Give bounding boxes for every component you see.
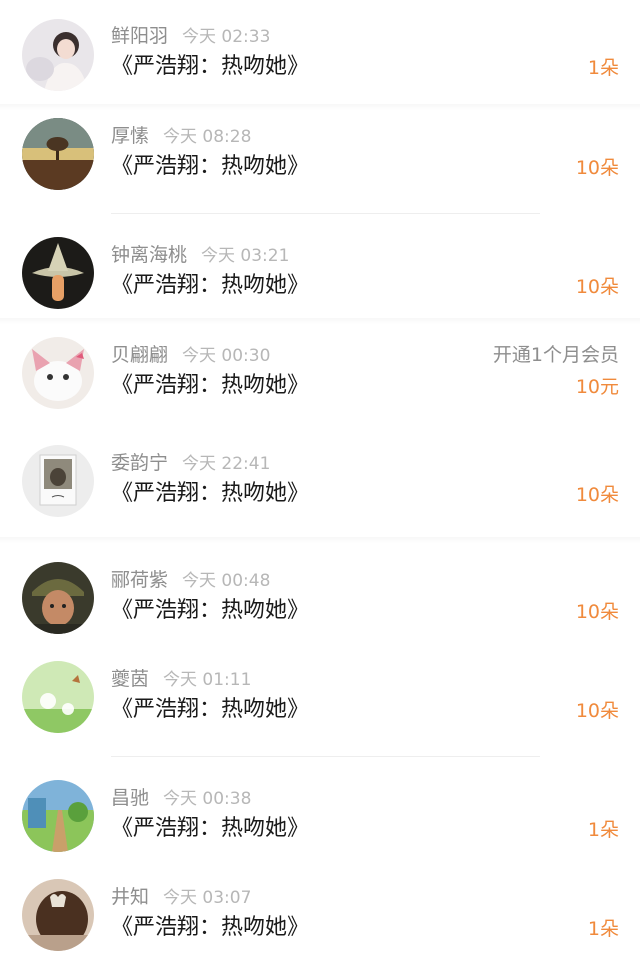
- gift-amount: 10朵: [575, 700, 619, 722]
- meta-line: 厚愫 今天 08:28: [111, 122, 251, 150]
- user-name[interactable]: 鲜阳羽: [111, 25, 168, 47]
- avatar[interactable]: [22, 445, 94, 517]
- timestamp: 今天 01:11: [163, 670, 252, 690]
- cartoon-cat-icon: [22, 337, 94, 409]
- meta-line: 昌驰 今天 00:38: [111, 784, 251, 812]
- list-item[interactable]: 昌驰 今天 00:38 《严浩翔：热吻她》 1朵: [0, 780, 640, 874]
- membership-note: 开通1个月会员: [492, 344, 619, 366]
- sunset-tree-icon: [22, 118, 94, 190]
- divider: [111, 756, 540, 757]
- user-name[interactable]: 郦荷紫: [111, 569, 168, 591]
- user-name[interactable]: 井知: [111, 886, 149, 908]
- gift-amount: 1朵: [587, 918, 619, 940]
- avatar[interactable]: [22, 19, 94, 91]
- user-name[interactable]: 贝翩翩: [111, 344, 168, 366]
- railway-icon: [22, 780, 94, 852]
- gift-list: 鲜阳羽 今天 02:33 《严浩翔：热吻她》 1朵 厚愫 今天 08:28 《严浩翔…: [0, 0, 640, 972]
- avatar[interactable]: [22, 562, 94, 634]
- section-separator: [0, 104, 640, 110]
- meta-line: 井知 今天 03:07: [111, 883, 251, 911]
- list-item[interactable]: 厚愫 今天 08:28 《严浩翔：热吻她》 10朵: [0, 118, 640, 212]
- song-title: 《严浩翔：热吻她》: [111, 154, 310, 179]
- gift-amount: 10元: [575, 376, 619, 398]
- meta-line: 夔茵 今天 01:11: [111, 665, 251, 693]
- user-name[interactable]: 厚愫: [111, 125, 149, 147]
- user-name[interactable]: 夔茵: [111, 668, 149, 690]
- divider: [111, 213, 540, 214]
- soldier-icon: [22, 562, 94, 634]
- gift-amount: 1朵: [587, 819, 619, 841]
- polaroid-icon: [22, 445, 94, 517]
- gift-amount: 1朵: [587, 57, 619, 79]
- list-item[interactable]: 委韵宁 今天 22:41 《严浩翔：热吻她》 10朵: [0, 445, 640, 539]
- meta-line: 郦荷紫 今天 00:48: [111, 566, 270, 594]
- timestamp: 今天 03:21: [201, 246, 290, 266]
- timestamp: 今天 03:07: [163, 888, 252, 908]
- timestamp: 今天 08:28: [163, 127, 252, 147]
- gift-amount: 10朵: [575, 601, 619, 623]
- section-separator: [0, 318, 640, 324]
- wizard-hat-icon: [22, 237, 94, 309]
- song-title: 《严浩翔：热吻她》: [111, 816, 310, 841]
- user-name[interactable]: 委韵宁: [111, 452, 168, 474]
- gift-amount: 10朵: [575, 484, 619, 506]
- hair-clip-icon: [22, 879, 94, 951]
- list-item[interactable]: 井知 今天 03:07 《严浩翔：热吻她》 1朵: [0, 879, 640, 972]
- list-item[interactable]: 夔茵 今天 01:11 《严浩翔：热吻她》 10朵: [0, 661, 640, 755]
- list-item[interactable]: 郦荷紫 今天 00:48 《严浩翔：热吻她》 10朵: [0, 562, 640, 656]
- section-separator: [0, 537, 640, 543]
- song-title: 《严浩翔：热吻她》: [111, 373, 310, 398]
- timestamp: 今天 00:38: [163, 789, 252, 809]
- dandelion-icon: [22, 661, 94, 733]
- avatar[interactable]: [22, 237, 94, 309]
- list-item[interactable]: 贝翩翩 今天 00:30 开通1个月会员 《严浩翔：热吻她》 10元: [0, 337, 640, 431]
- timestamp: 今天 00:48: [182, 571, 271, 591]
- song-title: 《严浩翔：热吻她》: [111, 54, 310, 79]
- girl-photo-icon: [22, 19, 94, 91]
- meta-line: 贝翩翩 今天 00:30: [111, 341, 270, 369]
- gift-amount: 10朵: [575, 276, 619, 298]
- user-name[interactable]: 昌驰: [111, 787, 149, 809]
- list-item[interactable]: 钟离海桃 今天 03:21 《严浩翔：热吻她》 10朵: [0, 237, 640, 319]
- song-title: 《严浩翔：热吻她》: [111, 598, 310, 623]
- song-title: 《严浩翔：热吻她》: [111, 697, 310, 722]
- meta-line: 鲜阳羽 今天 02:33: [111, 22, 270, 50]
- meta-line: 钟离海桃 今天 03:21: [111, 241, 289, 269]
- song-title: 《严浩翔：热吻她》: [111, 273, 310, 298]
- avatar[interactable]: [22, 118, 94, 190]
- avatar[interactable]: [22, 879, 94, 951]
- timestamp: 今天 02:33: [182, 27, 271, 47]
- song-title: 《严浩翔：热吻她》: [111, 915, 310, 940]
- avatar[interactable]: [22, 337, 94, 409]
- timestamp: 今天 22:41: [182, 454, 271, 474]
- timestamp: 今天 00:30: [182, 346, 271, 366]
- song-title: 《严浩翔：热吻她》: [111, 481, 310, 506]
- meta-line: 委韵宁 今天 22:41: [111, 449, 270, 477]
- avatar[interactable]: [22, 661, 94, 733]
- avatar[interactable]: [22, 780, 94, 852]
- list-item[interactable]: 鲜阳羽 今天 02:33 《严浩翔：热吻她》 1朵: [0, 19, 640, 112]
- gift-amount: 10朵: [575, 157, 619, 179]
- user-name[interactable]: 钟离海桃: [111, 244, 187, 266]
